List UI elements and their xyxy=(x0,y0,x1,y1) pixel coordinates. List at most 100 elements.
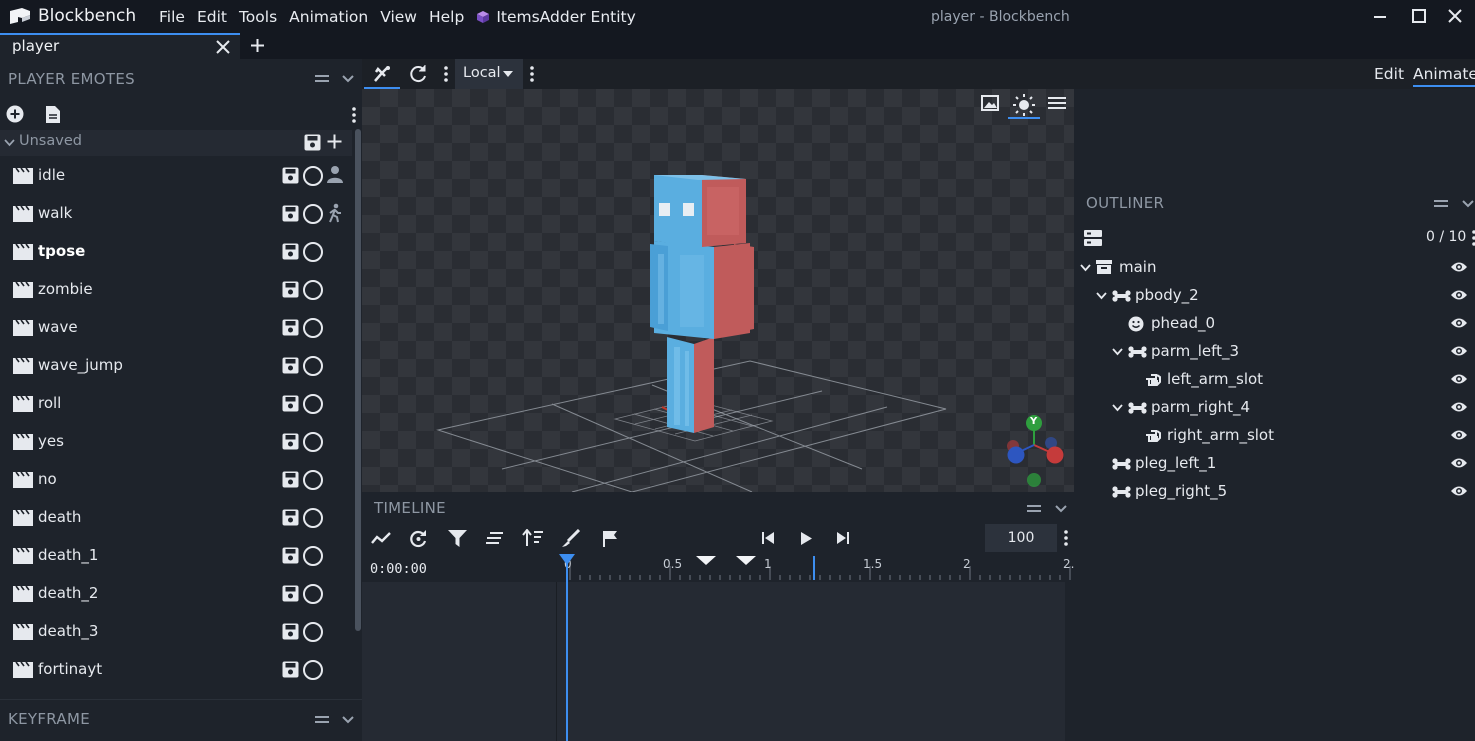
animation-item[interactable]: fortinayt xyxy=(0,651,352,689)
save-icon[interactable] xyxy=(282,585,299,602)
chevron-down-icon[interactable] xyxy=(1080,264,1091,272)
outliner-item[interactable]: parm_right_4 xyxy=(1074,394,1475,422)
animation-item[interactable]: death xyxy=(0,499,352,537)
animation-item[interactable]: zombie xyxy=(0,271,352,309)
visibility-toggle[interactable] xyxy=(1450,261,1468,273)
more-vert-icon[interactable] xyxy=(530,66,534,82)
save-icon[interactable] xyxy=(282,205,299,222)
radio-circle-icon[interactable] xyxy=(303,394,323,414)
radio-circle-icon[interactable] xyxy=(303,242,323,262)
import-animation-button[interactable] xyxy=(45,105,61,124)
playhead-handle[interactable] xyxy=(559,554,575,566)
panel-menu-icon[interactable] xyxy=(314,73,330,85)
menu-view[interactable]: View xyxy=(374,8,423,26)
save-icon[interactable] xyxy=(282,661,299,678)
animation-item[interactable]: idle xyxy=(0,157,352,195)
menu-file[interactable]: File xyxy=(153,8,191,26)
app-logo[interactable]: Blockbench xyxy=(8,6,136,26)
animation-item[interactable]: death_2 xyxy=(0,575,352,613)
save-icon[interactable] xyxy=(282,623,299,640)
skip-back-button[interactable] xyxy=(762,532,774,544)
animation-end-marker[interactable] xyxy=(813,556,815,580)
minimize-button[interactable] xyxy=(1362,4,1398,28)
chevron-down-icon[interactable] xyxy=(1462,199,1474,209)
menu-help[interactable]: Help xyxy=(423,8,470,26)
save-group-icon[interactable] xyxy=(304,134,321,151)
close-window-button[interactable] xyxy=(1437,4,1473,28)
filter-button[interactable] xyxy=(448,530,467,547)
save-icon[interactable] xyxy=(282,471,299,488)
animation-item[interactable]: wave xyxy=(0,309,352,347)
save-icon[interactable] xyxy=(282,357,299,374)
tab-player[interactable]: player xyxy=(0,33,240,59)
more-vert-icon[interactable] xyxy=(352,107,356,123)
menu-plugin[interactable]: ItemsAdder Entity xyxy=(470,8,641,26)
chevron-down-icon[interactable] xyxy=(1055,504,1067,514)
animation-item[interactable]: yes xyxy=(0,423,352,461)
radio-circle-icon[interactable] xyxy=(303,356,323,376)
play-button[interactable] xyxy=(801,532,812,545)
rotate-tool-button[interactable] xyxy=(408,64,428,84)
chevron-down-icon[interactable] xyxy=(1096,292,1107,300)
panel-menu-icon[interactable] xyxy=(1433,198,1449,210)
outliner-item[interactable]: pbody_2 xyxy=(1074,282,1475,310)
mode-edit-tab[interactable]: Edit xyxy=(1374,65,1404,83)
save-icon[interactable] xyxy=(282,547,299,564)
radio-circle-icon[interactable] xyxy=(303,204,323,224)
outliner-item[interactable]: left_arm_slot xyxy=(1074,366,1475,394)
more-vert-icon[interactable] xyxy=(444,66,448,82)
menu-edit[interactable]: Edit xyxy=(191,8,233,26)
lighting-button[interactable] xyxy=(1008,91,1040,119)
outliner-item[interactable]: right_arm_slot xyxy=(1074,422,1475,450)
timeline-marker[interactable] xyxy=(696,556,716,566)
animation-item[interactable]: roll xyxy=(0,385,352,423)
3d-viewport[interactable]: Y xyxy=(362,89,1074,492)
animation-item[interactable]: walk xyxy=(0,195,352,233)
chevron-down-icon[interactable] xyxy=(1112,348,1123,356)
save-icon[interactable] xyxy=(282,167,299,184)
radio-circle-icon[interactable] xyxy=(303,318,323,338)
visibility-toggle[interactable] xyxy=(1450,317,1468,329)
sort-button[interactable] xyxy=(522,529,544,547)
visibility-toggle[interactable] xyxy=(1450,373,1468,385)
outliner-item[interactable]: parm_left_3 xyxy=(1074,338,1475,366)
scrollbar-thumb[interactable] xyxy=(355,129,361,631)
visibility-toggle[interactable] xyxy=(1450,429,1468,441)
more-vert-icon[interactable] xyxy=(1064,530,1068,546)
menu-tools[interactable]: Tools xyxy=(233,8,283,26)
skip-forward-button[interactable] xyxy=(837,532,849,544)
maximize-button[interactable] xyxy=(1401,4,1437,28)
outliner-toggle-button[interactable] xyxy=(1084,230,1102,246)
radio-circle-icon[interactable] xyxy=(303,432,323,452)
timeline-marker[interactable] xyxy=(736,556,756,566)
add-animation-button[interactable] xyxy=(6,105,24,123)
save-icon[interactable] xyxy=(282,243,299,260)
animation-item[interactable]: death_3 xyxy=(0,613,352,651)
radio-circle-icon[interactable] xyxy=(303,546,323,566)
time-ruler[interactable]: 0:00:00 0 0.5 1 1.5 2 2. xyxy=(362,556,1074,582)
playback-speed-input[interactable]: 100 xyxy=(985,524,1057,552)
mode-animate-tab[interactable]: Animate xyxy=(1413,65,1475,87)
radio-circle-icon[interactable] xyxy=(303,508,323,528)
outliner-item[interactable]: phead_0 xyxy=(1074,310,1475,338)
chevron-down-icon[interactable] xyxy=(1112,404,1123,412)
outliner-item[interactable]: pleg_left_1 xyxy=(1074,450,1475,478)
brush-button[interactable] xyxy=(561,529,580,548)
visibility-toggle[interactable] xyxy=(1450,401,1468,413)
visibility-toggle[interactable] xyxy=(1450,485,1468,497)
save-icon[interactable] xyxy=(282,433,299,450)
animation-item[interactable]: no xyxy=(0,461,352,499)
save-icon[interactable] xyxy=(282,319,299,336)
new-tab-icon[interactable] xyxy=(250,38,265,53)
viewport-menu-button[interactable] xyxy=(1048,96,1066,110)
playhead[interactable] xyxy=(566,556,568,741)
panel-menu-icon[interactable] xyxy=(314,714,330,726)
animation-extra-icon[interactable] xyxy=(326,203,344,223)
animation-item[interactable]: tpose xyxy=(0,233,352,271)
save-icon[interactable] xyxy=(282,509,299,526)
panel-menu-icon[interactable] xyxy=(1026,503,1042,515)
animation-extra-icon[interactable] xyxy=(326,165,344,183)
radio-circle-icon[interactable] xyxy=(303,622,323,642)
save-icon[interactable] xyxy=(282,395,299,412)
outliner-item[interactable]: main xyxy=(1074,254,1475,282)
